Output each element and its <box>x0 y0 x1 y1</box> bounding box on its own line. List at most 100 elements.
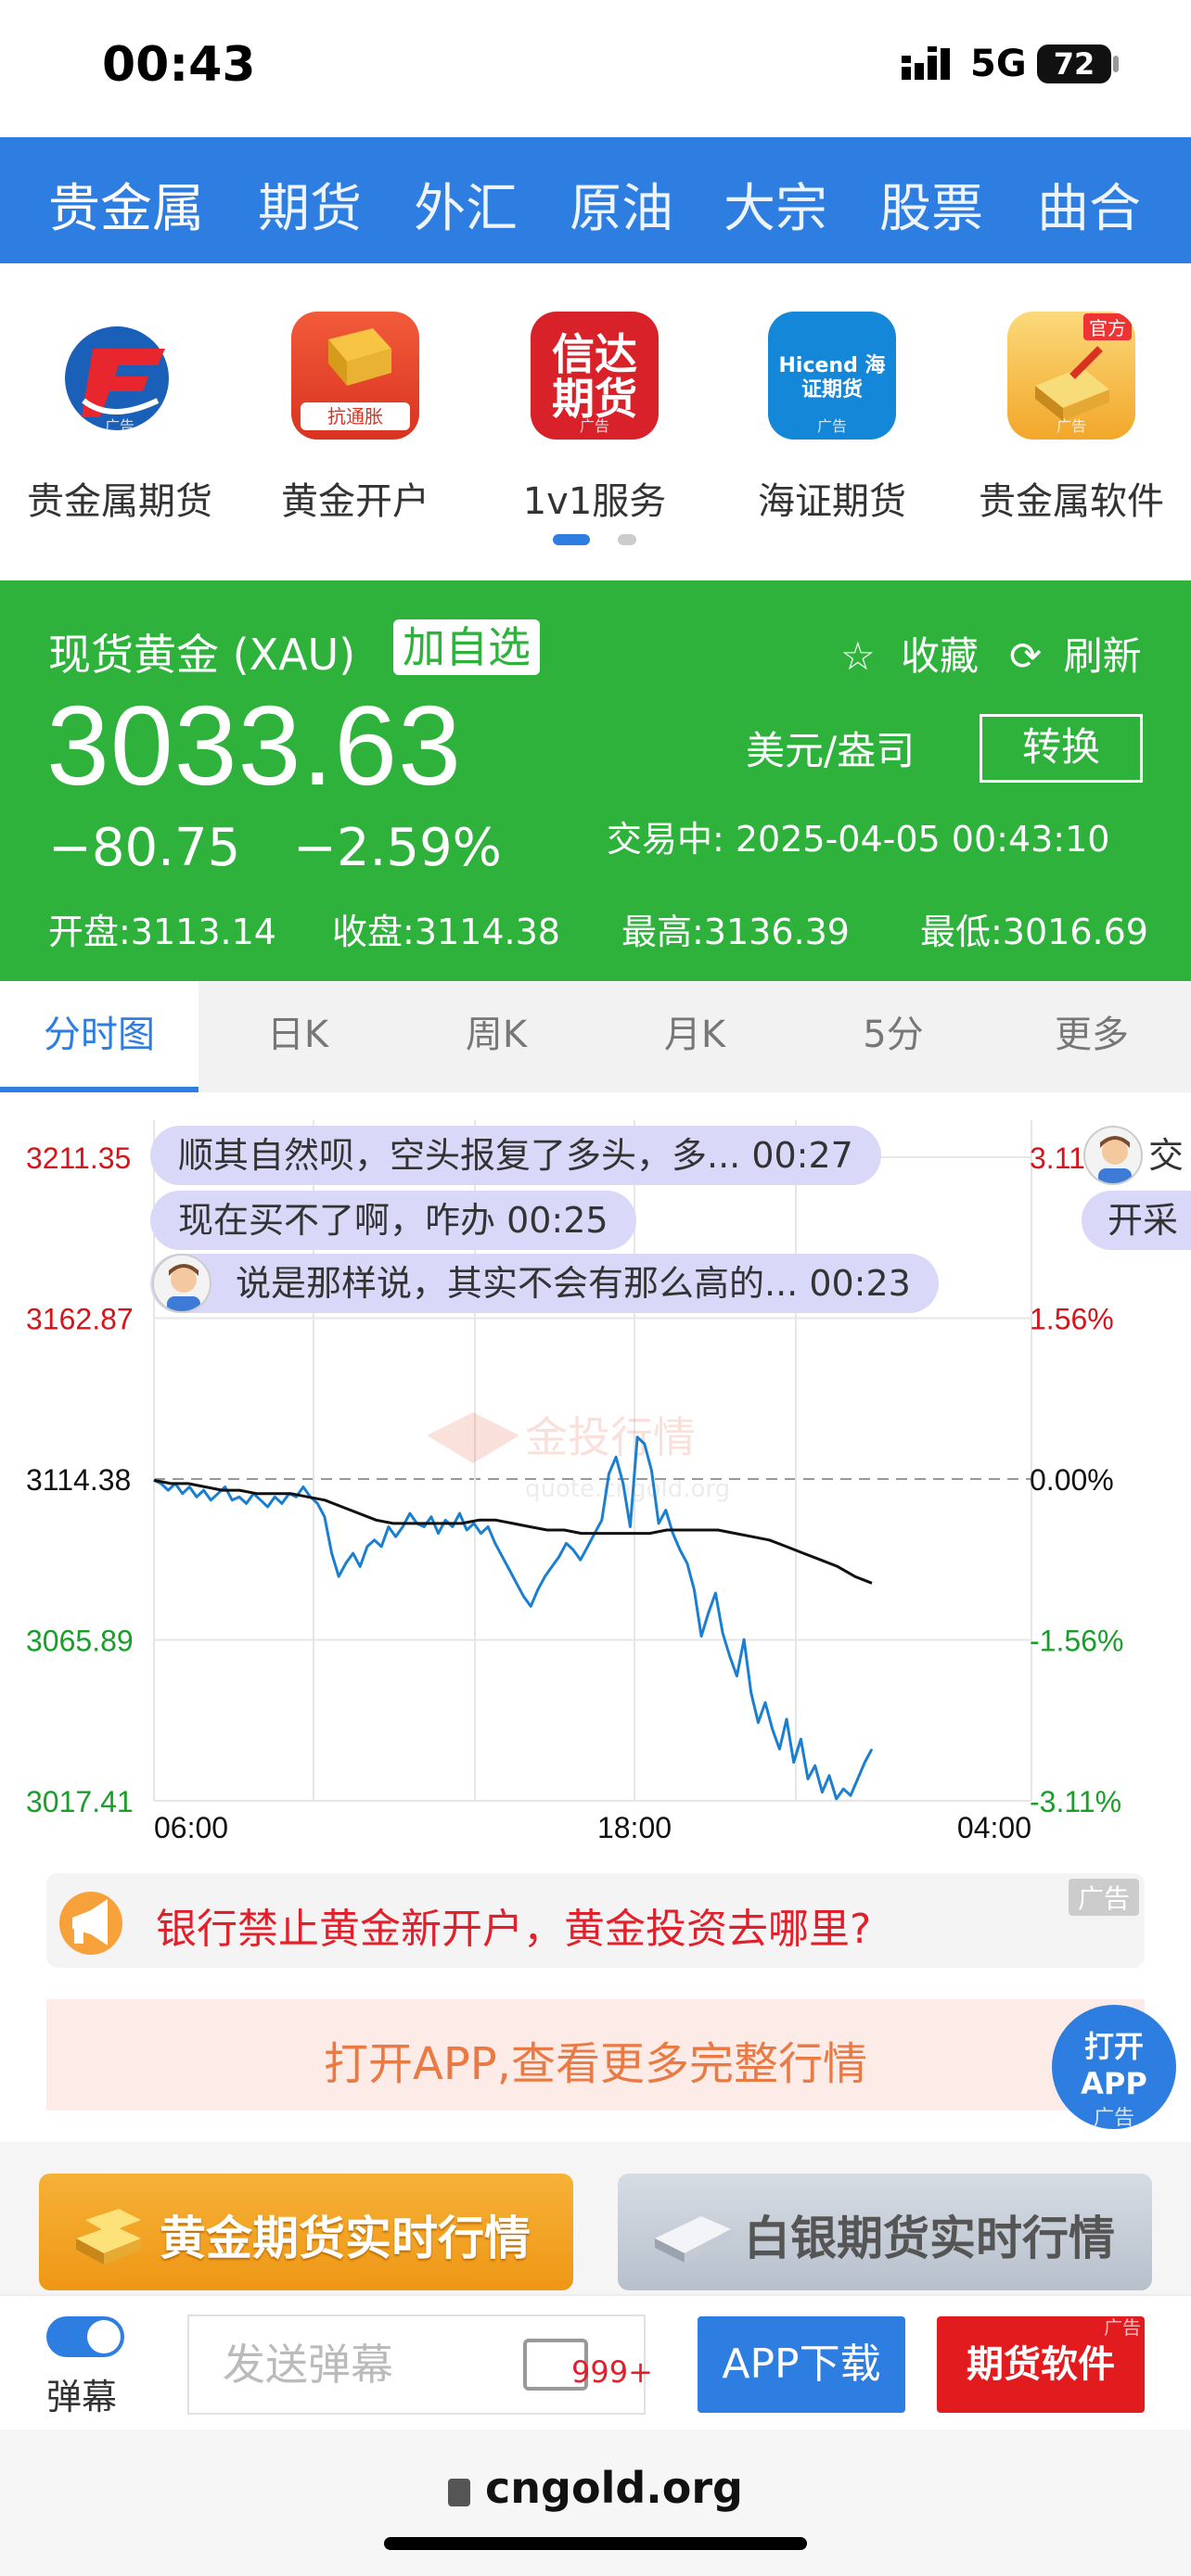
x-tick: 04:00 <box>957 1811 1031 1843</box>
open-price: 开盘:3113.14 <box>48 912 276 952</box>
gold-bar-logo-icon: 抗通胀 <box>291 312 419 440</box>
average-line <box>153 1478 873 1585</box>
futures-software-button[interactable]: 期货软件 广告 <box>937 2316 1145 2413</box>
refresh-icon: ⟳ <box>1009 633 1043 679</box>
app-haizheng-futures[interactable]: Hicend 海证期货 广告 海证期货 <box>725 312 939 525</box>
danmaku-bubble[interactable]: 说是那样说，其实不会有那么高的... 00:23 <box>150 1254 939 1313</box>
ad-tag: 广告 <box>1056 417 1086 435</box>
open-app-line2: APP <box>1081 2066 1147 2101</box>
tab-more[interactable]: 更多 <box>992 981 1191 1092</box>
chart-period-tabs: 分时图 日K 周K 月K 5分 更多 <box>0 981 1191 1092</box>
home-indicator <box>384 2537 807 2550</box>
battery-level: 72 <box>1053 46 1095 82</box>
network-type: 5G <box>970 43 1027 85</box>
page-dot <box>618 534 636 545</box>
nav-forex[interactable]: 外汇 <box>414 167 518 242</box>
nav-futures[interactable]: 期货 <box>258 167 362 242</box>
status-time: 00:43 <box>102 37 256 93</box>
open-app-button[interactable]: 打开 APP 广告 <box>1052 2005 1176 2130</box>
convert-button[interactable]: 转换 <box>980 714 1143 783</box>
url-text: cngold.org <box>485 2463 743 2513</box>
tab-weekly-k[interactable]: 周K <box>397 981 596 1092</box>
page-dot-active <box>553 534 590 545</box>
y-tick-left: 3017.41 <box>26 1785 134 1818</box>
refresh-label: 刷新 <box>1063 633 1142 679</box>
x-tick: 18:00 <box>597 1811 672 1843</box>
gold-futures-button[interactable]: 黄金期货实时行情 <box>39 2174 573 2290</box>
app-precious-futures[interactable]: 广告 贵金属期货 <box>13 312 226 525</box>
app-label: 贵金属期货 <box>27 480 212 523</box>
danmaku-bubble-partial[interactable]: 开采 <box>1082 1191 1191 1250</box>
ad-tag: 广告 <box>1104 2316 1141 2339</box>
danmaku-bubble[interactable]: 顺其自然呗，空头报复了多头，多... 00:27 <box>150 1126 881 1185</box>
bottom-action-bar: 弹幕 发送弹幕 999+ APP下载 期货软件 广告 <box>0 2294 1191 2429</box>
danmaku-bubble-partial[interactable]: 交 <box>1141 1126 1191 1185</box>
nav-crude-oil[interactable]: 原油 <box>570 167 673 242</box>
low-price: 最低:3016.69 <box>920 912 1148 952</box>
danmaku-toggle[interactable] <box>46 2316 124 2357</box>
instrument-name: 现货黄金 (XAU) <box>48 630 356 680</box>
status-bar: 00:43 5G 72 <box>0 0 1191 137</box>
battery-icon: 72 <box>1037 45 1111 83</box>
logo-caption: 抗通胀 <box>301 402 410 430</box>
futures-quick-links: 黄金期货实时行情 白银期货实时行情 <box>0 2142 1191 2298</box>
app-gold-account[interactable]: 抗通胀 黄金开户 <box>249 312 462 525</box>
price-unit: 美元/盎司 <box>746 728 916 773</box>
refresh-button[interactable]: ⟳ 刷新 <box>1009 625 1142 682</box>
precious-futures-logo-icon: 广告 <box>56 312 184 440</box>
danmaku-bubble[interactable]: 现在买不了啊，咋办 00:25 <box>150 1191 636 1250</box>
category-nav: 贵金属 期货 外汇 原油 大宗 股票 曲合 <box>0 137 1191 263</box>
app-label: 黄金开户 <box>281 480 429 523</box>
star-icon: ☆ <box>840 633 876 679</box>
y-tick-right: -3.11% <box>1030 1785 1121 1818</box>
app-download-button[interactable]: APP下载 <box>698 2316 905 2413</box>
gold-news-banner[interactable]: 银行禁止黄金新开户，黄金投资去哪里? 广告 <box>46 1873 1145 1968</box>
ad-tag: 广告 <box>579 417 609 435</box>
send-danmaku-placeholder: 发送弹幕 <box>223 2340 393 2390</box>
y-tick-right: -1.56% <box>1030 1625 1123 1658</box>
open-app-bar-text: 打开APP,查看更多完整行情 <box>324 2038 867 2090</box>
nav-precious-metals[interactable]: 贵金属 <box>48 167 204 242</box>
tab-5min[interactable]: 5分 <box>794 981 992 1092</box>
app-label: 海证期货 <box>758 480 906 523</box>
signal-icon <box>902 46 950 80</box>
browser-url-bar[interactable]: cngold.org <box>0 2429 1191 2576</box>
favorite-button[interactable]: ☆ 收藏 <box>840 625 979 682</box>
nav-more[interactable]: 曲合 <box>1037 167 1141 242</box>
y-tick-right: 1.56% <box>1030 1303 1114 1336</box>
nav-stocks[interactable]: 股票 <box>879 167 983 242</box>
danmaku-toggle-label: 弹幕 <box>46 2377 118 2417</box>
tab-intraday[interactable]: 分时图 <box>0 981 198 1092</box>
price-change: −80.75 <box>48 818 241 878</box>
price-line <box>153 1435 874 1801</box>
price-change-pct: −2.59% <box>293 818 502 878</box>
quote-panel: 现货黄金 (XAU) 加自选 ☆ 收藏 ⟳ 刷新 3033.63 美元/盎司 转… <box>0 580 1191 981</box>
send-danmaku-input[interactable]: 发送弹幕 999+ <box>187 2315 653 2415</box>
banner-text: 银行禁止黄金新开户，黄金投资去哪里? <box>156 1906 872 1953</box>
ad-tag: 广告 <box>1068 1879 1139 1916</box>
add-watchlist-button[interactable]: 加自选 <box>393 619 540 675</box>
battery-tip <box>1113 56 1119 72</box>
gold-bars-icon <box>76 2209 141 2264</box>
ad-tag: 广告 <box>1093 2107 1134 2130</box>
logo-text: Hicend 海证期货 <box>778 354 886 402</box>
tab-monthly-k[interactable]: 月K <box>596 981 794 1092</box>
user-avatar-icon <box>152 1254 211 1313</box>
megaphone-icon <box>59 1892 122 1955</box>
ad-tag: 广告 <box>816 417 847 435</box>
gold-futures-label: 黄金期货实时行情 <box>160 2212 531 2265</box>
hicend-logo-icon: Hicend 海证期货 广告 <box>768 312 896 440</box>
x-tick: 06:00 <box>154 1811 228 1843</box>
app-label: 1v1服务 <box>522 480 667 523</box>
tab-daily-k[interactable]: 日K <box>198 981 397 1092</box>
silver-futures-button[interactable]: 白银期货实时行情 <box>618 2174 1152 2290</box>
close-price: 收盘:3114.38 <box>332 912 560 952</box>
nav-commodities[interactable]: 大宗 <box>724 167 827 242</box>
app-precious-software[interactable]: 官方 广告 贵金属软件 <box>965 312 1178 525</box>
ad-tag: 广告 <box>104 417 134 435</box>
open-app-line1: 打开 <box>1083 2029 1144 2064</box>
open-app-bar[interactable]: 打开APP,查看更多完整行情 <box>46 1999 1145 2111</box>
intraday-chart: 金投行情 quote.cngold.org 3211.35 3.11% 3162.8… <box>0 1092 1191 1844</box>
trading-status: 交易中: 2025-04-05 00:43:10 <box>607 819 1110 860</box>
app-1v1-service[interactable]: 信达期货 广告 1v1服务 <box>488 312 701 525</box>
